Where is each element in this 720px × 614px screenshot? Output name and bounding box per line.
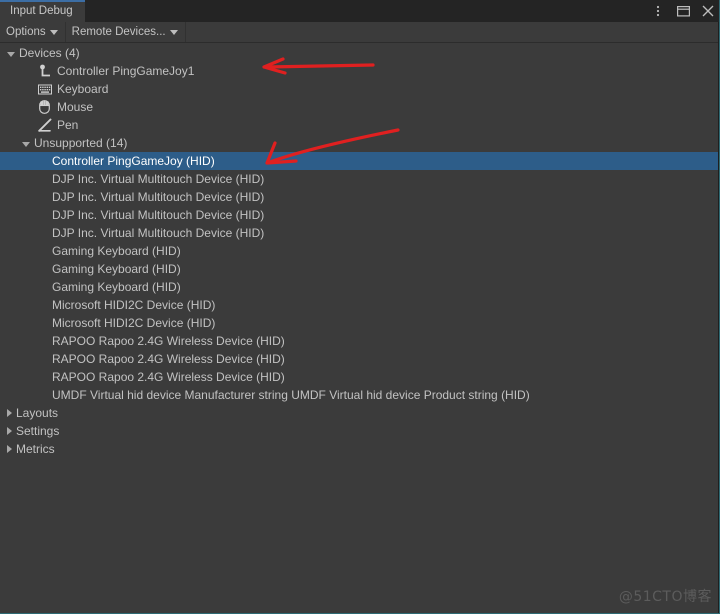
- tree-item-label: UMDF Virtual hid device Manufacturer str…: [52, 388, 530, 402]
- tree-item-label: Gaming Keyboard (HID): [52, 280, 181, 294]
- tree-item-unsupported-device[interactable]: Gaming Keyboard (HID): [0, 260, 720, 278]
- maximize-icon[interactable]: [675, 3, 691, 19]
- tree-item-label: Gaming Keyboard (HID): [52, 262, 181, 276]
- tree-item-device[interactable]: Keyboard: [0, 80, 720, 98]
- tree-item-label: DJP Inc. Virtual Multitouch Device (HID): [52, 226, 265, 240]
- joystick-icon: [37, 64, 52, 79]
- chevron-down-icon[interactable]: [22, 141, 30, 147]
- tree-item-label: Layouts: [16, 406, 59, 420]
- options-label: Options: [6, 26, 46, 38]
- tree-item-unsupported-device[interactable]: Gaming Keyboard (HID): [0, 242, 720, 260]
- tree-item-unsupported-device[interactable]: UMDF Virtual hid device Manufacturer str…: [0, 386, 720, 404]
- close-icon[interactable]: [700, 3, 716, 19]
- tree-item-label: Controller PingGameJoy1: [57, 64, 195, 78]
- device-tree[interactable]: Devices (4) Controller PingGameJoy1 Keyboa…: [0, 44, 720, 614]
- tree-item-unsupported-device[interactable]: RAPOO Rapoo 2.4G Wireless Device (HID): [0, 332, 720, 350]
- tree-item-label: RAPOO Rapoo 2.4G Wireless Device (HID): [52, 334, 285, 348]
- tree-item-unsupported-device[interactable]: RAPOO Rapoo 2.4G Wireless Device (HID): [0, 350, 720, 368]
- tree-item-unsupported-device[interactable]: DJP Inc. Virtual Multitouch Device (HID): [0, 224, 720, 242]
- tree-group-devices[interactable]: Devices (4): [0, 44, 720, 62]
- tree-item-label: Metrics: [16, 442, 55, 456]
- tree-item-unsupported-device[interactable]: RAPOO Rapoo 2.4G Wireless Device (HID): [0, 368, 720, 386]
- tree-group-unsupported[interactable]: Unsupported (14): [0, 134, 720, 152]
- mouse-icon: [37, 100, 52, 115]
- tree-item-label: Controller PingGameJoy (HID): [52, 154, 215, 168]
- tree-item-label: Gaming Keyboard (HID): [52, 244, 181, 258]
- keyboard-icon: [37, 82, 52, 97]
- tree-group-settings[interactable]: Settings: [0, 422, 720, 440]
- tree-item-label: Devices (4): [19, 46, 80, 60]
- window-controls: [650, 0, 716, 22]
- tree-item-unsupported-device[interactable]: DJP Inc. Virtual Multitouch Device (HID): [0, 206, 720, 224]
- tree-item-unsupported-device[interactable]: Microsoft HIDI2C Device (HID): [0, 296, 720, 314]
- tree-item-unsupported-device[interactable]: Controller PingGameJoy (HID): [0, 152, 720, 170]
- tree-item-label: Settings: [16, 424, 60, 438]
- tree-item-label: Microsoft HIDI2C Device (HID): [52, 316, 216, 330]
- tree-group-layouts[interactable]: Layouts: [0, 404, 720, 422]
- kebab-menu-icon[interactable]: [650, 3, 666, 19]
- pen-icon: [37, 118, 52, 133]
- tree-item-label: DJP Inc. Virtual Multitouch Device (HID): [52, 172, 265, 186]
- tree-item-label: RAPOO Rapoo 2.4G Wireless Device (HID): [52, 352, 285, 366]
- chevron-down-icon: [169, 30, 178, 35]
- tab-bar: Input Debug: [0, 0, 720, 22]
- tab-label: Input Debug: [10, 5, 73, 17]
- tree-item-label: Microsoft HIDI2C Device (HID): [52, 298, 216, 312]
- tree-group-metrics[interactable]: Metrics: [0, 440, 720, 458]
- tree-item-label: Keyboard: [57, 82, 109, 96]
- chevron-down-icon[interactable]: [7, 51, 15, 57]
- toolbar-filler: [185, 22, 720, 42]
- tree-item-device[interactable]: Pen: [0, 116, 720, 134]
- chevron-right-icon[interactable]: [7, 445, 12, 453]
- tree-item-label: DJP Inc. Virtual Multitouch Device (HID): [52, 190, 265, 204]
- remote-devices-dropdown[interactable]: Remote Devices...: [65, 22, 186, 42]
- tree-item-unsupported-device[interactable]: Gaming Keyboard (HID): [0, 278, 720, 296]
- options-dropdown[interactable]: Options: [0, 22, 66, 42]
- toolbar: Options Remote Devices...: [0, 22, 720, 43]
- input-debug-window: Input Debug Options Remote Devices... De…: [0, 0, 720, 614]
- remote-devices-label: Remote Devices...: [71, 26, 166, 38]
- tree-item-unsupported-device[interactable]: Microsoft HIDI2C Device (HID): [0, 314, 720, 332]
- chevron-right-icon[interactable]: [7, 427, 12, 435]
- tree-item-label: Mouse: [57, 100, 94, 114]
- chevron-down-icon: [49, 30, 58, 35]
- tab-input-debug[interactable]: Input Debug: [0, 0, 85, 22]
- chevron-right-icon[interactable]: [7, 409, 12, 417]
- tree-item-label: Unsupported (14): [34, 136, 128, 150]
- tree-item-unsupported-device[interactable]: DJP Inc. Virtual Multitouch Device (HID): [0, 170, 720, 188]
- tree-item-unsupported-device[interactable]: DJP Inc. Virtual Multitouch Device (HID): [0, 188, 720, 206]
- tree-item-device[interactable]: Controller PingGameJoy1: [0, 62, 720, 80]
- watermark: @51CTO博客: [618, 589, 712, 605]
- tree-item-label: RAPOO Rapoo 2.4G Wireless Device (HID): [52, 370, 285, 384]
- tree-item-label: Pen: [57, 118, 79, 132]
- tree-item-device[interactable]: Mouse: [0, 98, 720, 116]
- tree-item-label: DJP Inc. Virtual Multitouch Device (HID): [52, 208, 265, 222]
